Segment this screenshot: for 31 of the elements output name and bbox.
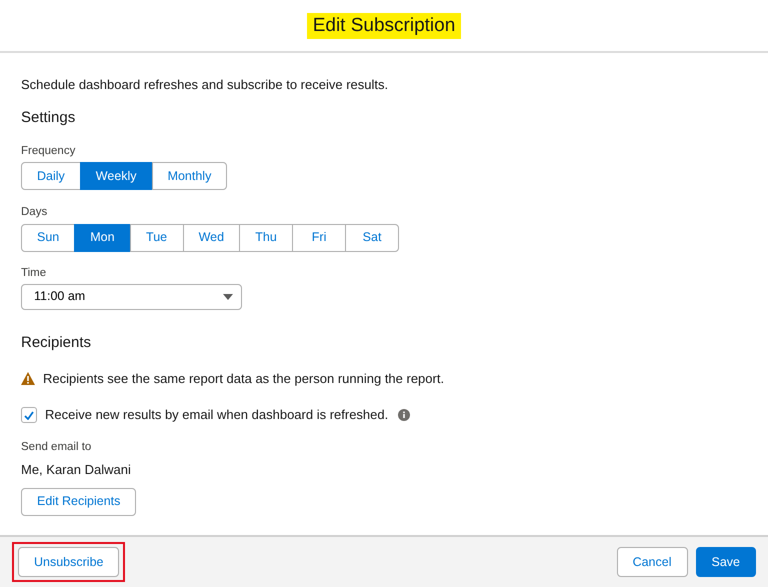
save-button[interactable]: Save — [696, 547, 756, 577]
caret-icon — [223, 294, 233, 300]
warning-icon — [21, 372, 35, 385]
day-option[interactable]: Wed — [182, 224, 240, 252]
description-text: Schedule dashboard refreshes and subscribe to receive results. — [21, 77, 390, 93]
checkmark-icon — [24, 410, 34, 420]
time-select[interactable]: 11:00 am — [21, 284, 242, 310]
cancel-button[interactable]: Cancel — [616, 547, 688, 577]
recipient-text: Me, Karan Dalwani — [21, 461, 132, 479]
field-label: Time — [21, 266, 48, 280]
field-label: Send email to — [21, 440, 92, 455]
section-heading: Recipients — [21, 334, 92, 352]
field-label: Frequency — [21, 144, 76, 159]
info-icon — [398, 409, 410, 421]
day-option[interactable]: Sat — [345, 224, 400, 252]
checkbox-label: Receive new results by email when dashboard is refreshed. — [45, 406, 388, 424]
frequency-option[interactable]: Daily — [21, 162, 81, 190]
edit-recipients-button[interactable]: Edit Recipients — [21, 488, 136, 516]
frequency-option[interactable]: Weekly — [80, 162, 153, 190]
day-option[interactable]: Mon — [74, 224, 131, 252]
checkbox[interactable] — [21, 407, 37, 423]
day-option[interactable]: Tue — [130, 224, 184, 252]
day-option[interactable]: Fri — [292, 224, 346, 252]
day-option[interactable]: Thu — [239, 224, 294, 252]
warning-text: Recipients see the same report data as the person running the report. — [43, 370, 444, 388]
modal-title: Edit Subscription — [306, 12, 462, 38]
unsubscribe-button[interactable]: Unsubscribe — [18, 547, 120, 577]
section-heading: Settings — [21, 109, 76, 127]
frequency-option[interactable]: Monthly — [152, 162, 228, 190]
day-option[interactable]: Sun — [21, 224, 76, 252]
field-label: Days — [21, 205, 48, 220]
